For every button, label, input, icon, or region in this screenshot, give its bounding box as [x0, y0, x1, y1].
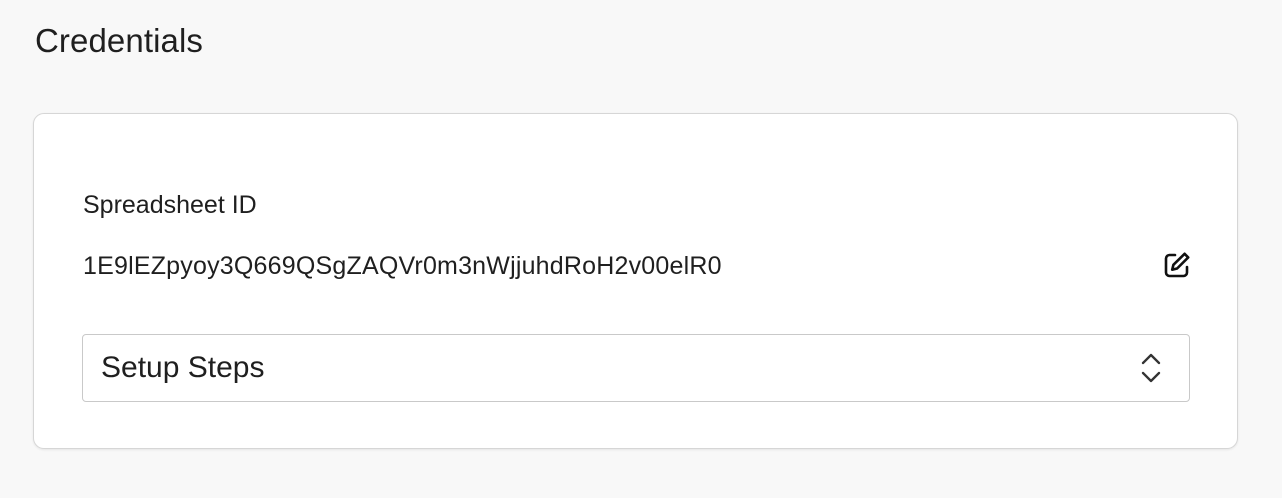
edit-spreadsheet-id-button[interactable] [1159, 247, 1195, 283]
edit-icon [1164, 252, 1190, 278]
page-title: Credentials [35, 22, 204, 59]
credentials-card: Spreadsheet ID 1E9lEZpyoy3Q669QSgZAQVr0m… [33, 113, 1238, 449]
setup-steps-select[interactable]: Setup Steps [82, 334, 1190, 402]
chevron-up-down-icon [1141, 353, 1161, 383]
spreadsheet-id-label: Spreadsheet ID [83, 191, 257, 219]
spreadsheet-id-value: 1E9lEZpyoy3Q669QSgZAQVr0m3nWjjuhdRoH2v00… [83, 252, 722, 280]
setup-steps-select-value: Setup Steps [101, 351, 265, 384]
